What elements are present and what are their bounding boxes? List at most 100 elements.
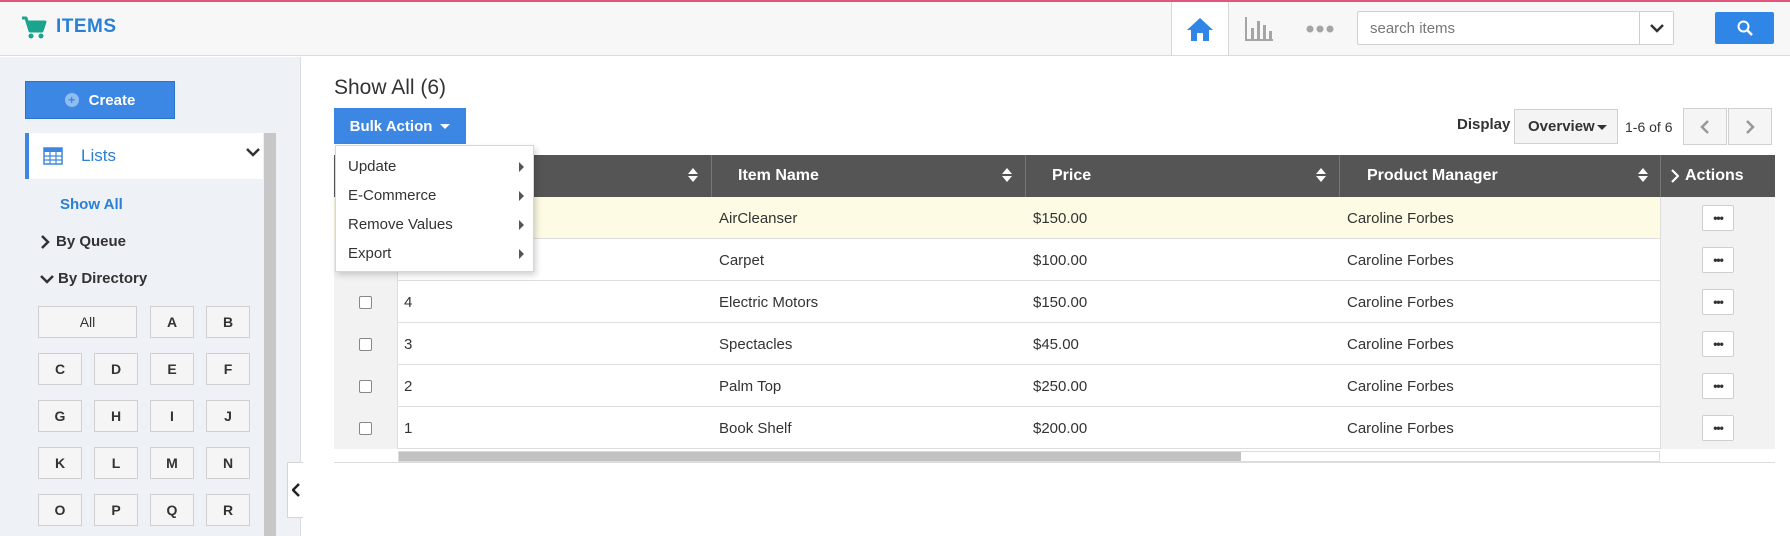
submenu-arrow-icon xyxy=(519,249,524,259)
menu-item-remove-values[interactable]: Remove Values xyxy=(336,210,533,239)
chevron-right-icon xyxy=(1746,119,1755,134)
menu-item-e-commerce[interactable]: E-Commerce xyxy=(336,181,533,210)
next-page-button[interactable] xyxy=(1728,108,1772,145)
letter-filter-p[interactable]: P xyxy=(94,494,138,526)
row-actions-cell: ••• xyxy=(1660,407,1775,449)
letter-filter-q[interactable]: Q xyxy=(150,494,194,526)
menu-item-update[interactable]: Update xyxy=(336,152,533,181)
create-button[interactable]: + Create xyxy=(25,81,175,119)
cart-icon xyxy=(22,16,47,39)
letter-filter-c[interactable]: C xyxy=(38,353,82,385)
sidebar-show-all-link[interactable]: Show All xyxy=(60,196,123,213)
search-input[interactable] xyxy=(1358,12,1674,44)
sort-icon xyxy=(1638,168,1648,182)
letter-filter-k[interactable]: K xyxy=(38,447,82,479)
cell-id: 3 xyxy=(404,335,413,353)
table-row[interactable]: 1 Book Shelf $200.00 Caroline Forbes ••• xyxy=(334,407,1775,449)
prev-page-button[interactable] xyxy=(1683,108,1727,145)
bar-chart-icon xyxy=(1245,16,1273,41)
letter-filter-m[interactable]: M xyxy=(150,447,194,479)
row-checkbox[interactable] xyxy=(359,379,372,393)
letter-filter-e[interactable]: E xyxy=(150,353,194,385)
row-actions-button[interactable]: ••• xyxy=(1702,289,1734,315)
column-header-price[interactable]: Price xyxy=(1025,155,1338,197)
bulk-action-button[interactable]: Bulk Action xyxy=(334,108,466,144)
app-title: ITEMS xyxy=(56,16,117,37)
letter-filter-o[interactable]: O xyxy=(38,494,82,526)
column-header-label: Price xyxy=(1052,167,1092,184)
cell-item-name: Palm Top xyxy=(719,377,782,395)
column-header-actions[interactable]: Actions xyxy=(1660,155,1775,197)
row-actions-button[interactable]: ••• xyxy=(1702,415,1734,441)
cell-product-manager: Caroline Forbes xyxy=(1347,335,1454,353)
letter-filter-g[interactable]: G xyxy=(38,400,82,432)
row-actions-button[interactable]: ••• xyxy=(1702,205,1734,231)
row-select-cell xyxy=(334,281,398,323)
column-header-label: Product Manager xyxy=(1367,167,1498,184)
letter-filter-f[interactable]: F xyxy=(206,353,250,385)
sort-icon xyxy=(1002,168,1012,182)
row-checkbox[interactable] xyxy=(359,421,372,435)
sidebar-by-queue[interactable]: By Queue xyxy=(40,233,126,250)
letter-filter-j[interactable]: J xyxy=(206,400,250,432)
nav-home-button[interactable] xyxy=(1171,2,1229,55)
table-row[interactable]: AirCleanser $150.00 Caroline Forbes ••• xyxy=(334,197,1775,239)
letter-filter-n[interactable]: N xyxy=(206,447,250,479)
submenu-arrow-icon xyxy=(519,162,524,172)
letter-filter-all[interactable]: All xyxy=(38,306,137,338)
row-select-cell xyxy=(334,323,398,365)
table-header: Item Name Price Product Manager Actions xyxy=(334,155,1775,197)
column-header-item-name[interactable]: Item Name xyxy=(711,155,1024,197)
display-select[interactable]: Overview xyxy=(1514,109,1618,144)
sidebar-collapse-button[interactable] xyxy=(287,462,303,518)
by-queue-label: By Queue xyxy=(56,233,127,250)
chevron-left-icon xyxy=(1700,119,1709,134)
letter-filter-l[interactable]: L xyxy=(94,447,138,479)
row-actions-button[interactable]: ••• xyxy=(1702,331,1734,357)
table-row[interactable]: Carpet $100.00 Caroline Forbes ••• xyxy=(334,239,1775,281)
sidebar-by-directory[interactable]: By Directory xyxy=(40,270,147,287)
menu-item-export[interactable]: Export xyxy=(336,239,533,268)
table-row[interactable]: 4 Electric Motors $150.00 Caroline Forbe… xyxy=(334,281,1775,323)
letter-filter-i[interactable]: I xyxy=(150,400,194,432)
sidebar-item-lists[interactable]: Lists xyxy=(25,133,263,179)
row-actions-button[interactable]: ••• xyxy=(1702,247,1734,273)
search-button[interactable] xyxy=(1715,12,1774,44)
letter-filter-a[interactable]: A xyxy=(150,306,194,338)
letter-filter-d[interactable]: D xyxy=(94,353,138,385)
letter-filter-b[interactable]: B xyxy=(206,306,250,338)
cell-price: $100.00 xyxy=(1033,251,1088,269)
bulk-action-menu: Update E-Commerce Remove Values Export xyxy=(335,145,534,272)
sort-icon xyxy=(1316,168,1326,182)
table-row[interactable]: 2 Palm Top $250.00 Caroline Forbes ••• xyxy=(334,365,1775,407)
cell-item-name: Book Shelf xyxy=(719,419,792,437)
chevron-down-icon xyxy=(246,148,260,157)
cell-price: $150.00 xyxy=(1033,293,1088,311)
letter-filter-r[interactable]: R xyxy=(206,494,250,526)
row-checkbox[interactable] xyxy=(359,337,372,351)
bulk-action-label: Bulk Action xyxy=(349,117,433,135)
row-actions-button[interactable]: ••• xyxy=(1702,373,1734,399)
caret-down-icon xyxy=(440,123,451,129)
menu-item-label: Update xyxy=(348,158,397,175)
cell-price: $200.00 xyxy=(1033,419,1088,437)
row-actions-cell: ••• xyxy=(1660,323,1775,365)
cell-id: 1 xyxy=(404,419,413,437)
nav-more-button[interactable] xyxy=(1290,2,1350,55)
row-actions-cell: ••• xyxy=(1660,365,1775,407)
cell-price: $45.00 xyxy=(1033,335,1079,353)
row-checkbox[interactable] xyxy=(359,295,372,309)
cell-product-manager: Caroline Forbes xyxy=(1347,251,1454,269)
by-directory-label: By Directory xyxy=(58,270,148,287)
table-horizontal-scrollbar[interactable] xyxy=(398,451,1660,462)
submenu-arrow-icon xyxy=(519,220,524,230)
sidebar-scrollbar[interactable] xyxy=(264,133,276,536)
column-header-label: Item Name xyxy=(738,167,819,184)
column-header-product-manager[interactable]: Product Manager xyxy=(1339,155,1660,197)
table-row[interactable]: 3 Spectacles $45.00 Caroline Forbes ••• xyxy=(334,323,1775,365)
letter-filter-h[interactable]: H xyxy=(94,400,138,432)
search-dropdown-button[interactable] xyxy=(1639,12,1673,44)
scrollbar-thumb[interactable] xyxy=(399,452,1241,461)
cell-price: $150.00 xyxy=(1033,209,1088,227)
nav-reports-button[interactable] xyxy=(1230,2,1288,55)
